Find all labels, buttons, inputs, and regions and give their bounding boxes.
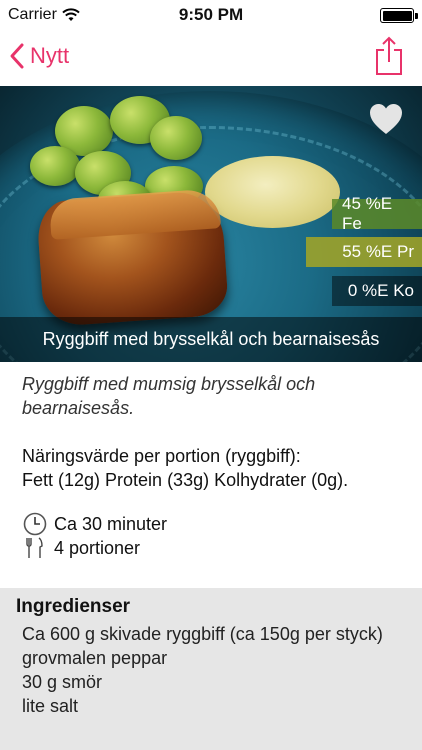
servings: 4 portioner [54, 537, 141, 558]
macro-fat-badge: 45 %E Fe [332, 194, 422, 233]
list-item: grovmalen peppar [22, 648, 168, 668]
ingredients-list: Ca 600 g skivade ryggbiff (ca 150g per s… [22, 622, 392, 718]
heart-icon[interactable] [368, 102, 404, 136]
brussels-sprout [150, 116, 202, 160]
macro-carb-badge: 0 %E Ko [332, 276, 422, 306]
navigation-bar: Nytt [0, 30, 422, 86]
bearnaise-sauce [205, 156, 340, 228]
battery-icon [380, 8, 418, 23]
chevron-left-icon [10, 43, 24, 69]
recipe-details: Ryggbiff med mumsig brysselkål och bearn… [22, 372, 402, 492]
back-button[interactable]: Nytt [8, 42, 69, 70]
list-item: 30 g smör [22, 672, 103, 692]
clock-icon [22, 512, 48, 536]
back-button-label: Nytt [30, 43, 70, 68]
macro-protein-badge: 55 %E Pr [306, 237, 422, 267]
cook-time: Ca 30 minuter [54, 513, 168, 534]
ingredients-section: Ingredienser Ca 600 g skivade ryggbiff (… [0, 588, 422, 750]
cook-time-row: Ca 30 minuter [22, 512, 167, 536]
fork-knife-icon [22, 536, 48, 560]
status-time: 9:50 PM [178, 5, 244, 24]
nutrition-heading: Näringsvärde per portion (ryggbiff): [22, 446, 301, 466]
nutrition-values: Fett (12g) Protein (33g) Kolhydrater (0g… [22, 470, 349, 490]
recipe-title: Ryggbiff med brysselkål och bearnaisesås [0, 317, 422, 362]
servings-row: 4 portioner [22, 536, 167, 560]
brussels-sprout [30, 146, 80, 186]
status-bar: Carrier 9:50 PM [0, 0, 422, 30]
recipe-description: Ryggbiff med mumsig brysselkål och bearn… [22, 374, 316, 418]
list-item: Ca 600 g skivade ryggbiff (ca 150g per s… [22, 624, 383, 644]
nutrition-info: Näringsvärde per portion (ryggbiff): Fet… [22, 444, 402, 492]
recipe-meta: Ca 30 minuter 4 portioner [22, 512, 167, 560]
share-icon[interactable] [374, 36, 404, 76]
list-item: lite salt [22, 696, 79, 716]
ingredients-title: Ingredienser [16, 596, 131, 617]
recipe-photo: 45 %E Fe 55 %E Pr 0 %E Ko Ryggbiff med b… [0, 86, 422, 362]
